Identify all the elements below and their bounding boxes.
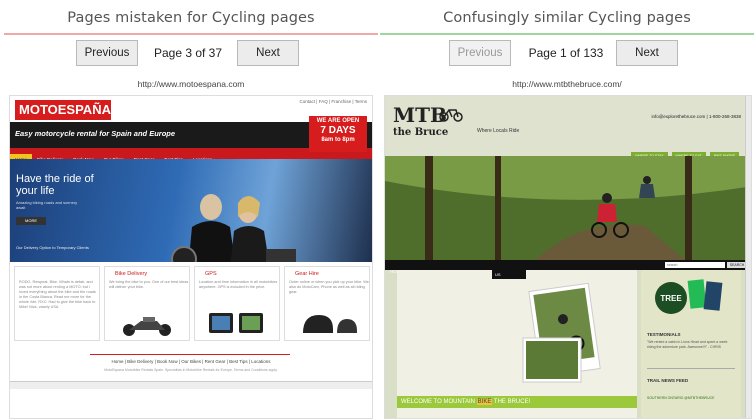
forest-riders-photo <box>385 156 751 260</box>
left-next-button[interactable]: Next <box>237 40 299 66</box>
right-panel-title: Confusingly similar Cycling pages <box>443 10 691 26</box>
mtb-nav-dropdown: US <box>492 270 526 279</box>
mtb-header: MTB the Bruce Where Locals Ride info@exp… <box>385 96 751 160</box>
left-panel: Pages mistaken for Cycling pages Previou… <box>4 0 378 419</box>
moto-footer-divider <box>90 354 290 355</box>
moto-gps-box: GPS Location and time information in all… <box>194 266 280 341</box>
mtb-news-feed-title: TRAIL NEWS FEED <box>647 378 689 383</box>
mtb-welcome-banner: WELCOME TO MOUNTAIN BIKE THE BRUCE! <box>397 396 637 408</box>
mtb-welcome-prefix: WELCOME TO MOUNTAIN <box>401 399 477 405</box>
moto-delivery-box: Bike Delivery We bring the bike to you. … <box>104 266 190 341</box>
moto-hero-subtext: Amazing biking roads and scenery await <box>16 200 78 210</box>
moto-open-line1: WE ARE OPEN <box>316 118 360 124</box>
moto-box-title: Gear Hire <box>295 271 319 277</box>
mtb-search: search SEARCH <box>665 262 747 268</box>
right-page-indicator: Page 1 of 133 <box>528 46 604 60</box>
moto-hero-more-button: MORE <box>16 217 46 225</box>
mtb-search-input: search <box>665 262 725 268</box>
helmet-icon <box>303 315 357 333</box>
trail-maps-badge: TREE <box>655 279 723 314</box>
moto-open-badge: WE ARE OPEN 7 DAYS 8am to 8pm <box>309 116 367 152</box>
mtb-welcome-suffix: THE BRUCE! <box>492 399 531 405</box>
left-page-indicator: Page 3 of 37 <box>153 46 223 60</box>
moto-gear-box: Gear Hire Order online or when you pick … <box>284 266 370 341</box>
moto-open-line3: 8am to 8pm <box>321 137 355 143</box>
moto-hero-heading: Have the ride of your life <box>16 173 94 197</box>
mtb-sidebar: TREE TESTIMONIALS "We rented a cabin in … <box>641 270 741 418</box>
left-title-underline <box>4 33 378 35</box>
moto-footer-links: Home | Bike Delivery | Book Now | Our Bi… <box>111 359 271 364</box>
moto-box-text: Order online or when you pick up your bi… <box>289 280 369 294</box>
moto-box-text: We bring the bike to you. One of our bes… <box>109 280 189 289</box>
mtb-testimonial-text: "We rented a cabin in Lions Head and spe… <box>647 340 728 349</box>
mtb-twitter-handle: SOUTHERN ONTARIO @MTBTHEBRUCE <box>647 396 715 400</box>
moto-feature-boxes: RODO, Rewpeat, Bike. Whats is defab, and… <box>14 266 370 341</box>
moto-box-title: GPS <box>205 271 217 277</box>
gps-device-icon <box>209 313 263 333</box>
right-panel: Confusingly similar Cycling pages Previo… <box>380 0 754 419</box>
left-pager: Previous Page 3 of 37 Next <box>4 40 378 66</box>
mtb-hero-photo <box>385 156 751 260</box>
left-page-url[interactable]: http://www.motoespana.com <box>4 79 378 89</box>
mtb-contact-info: info@explorethebruce.com | 1-800-268-383… <box>651 114 741 119</box>
left-page-screenshot[interactable]: MOTOESPAÑA Contact | FAQ | Franchise | T… <box>9 95 373 419</box>
mtb-tagline: Where Locals Ride <box>477 128 520 134</box>
right-page-screenshot[interactable]: MTB the Bruce Where Locals Ride info@exp… <box>384 95 752 419</box>
moto-box-text: RODO, Rewpeat, Bike. Whats is defab, and… <box>19 280 96 309</box>
moto-footer-smallprint: MotoEspana Motorbike Rentals Spain. Spec… <box>104 368 278 372</box>
moto-blank-area <box>10 389 372 418</box>
mtb-logo-sub: the Bruce <box>393 127 449 138</box>
left-panel-title: Pages mistaken for Cycling pages <box>67 10 315 26</box>
moto-open-line2: 7 DAYS <box>320 125 356 136</box>
moto-horizontal-scrollbar <box>10 381 372 389</box>
right-pager: Previous Page 1 of 133 Next <box>380 40 754 66</box>
moto-testimonial-box: RODO, Rewpeat, Bike. Whats is defab, and… <box>14 266 100 341</box>
rider-photo-collage <box>522 282 601 383</box>
mtb-sidebar-divider <box>647 368 735 369</box>
moto-hero-note: Our Delivery Option to Temporary Clients <box>16 245 89 250</box>
moto-hero-image: Have the ride of your life Amazing bikin… <box>10 159 372 262</box>
mtb-search-button: SEARCH <box>727 262 747 268</box>
moto-tagline: Easy motorcycle rental for Spain and Eur… <box>15 129 176 138</box>
mtb-testimonials-title: TESTIMONIALS <box>647 332 681 337</box>
motorbike-icon <box>123 317 171 336</box>
left-previous-button[interactable]: Previous <box>76 40 138 66</box>
moto-top-links: Contact | FAQ | Franchise | Terms <box>299 99 367 104</box>
bicycle-icon <box>439 109 463 122</box>
mtb-nav-bar: HOMETRAILS ▾ABOUT USCONTACT US search SE… <box>385 260 751 274</box>
right-title-underline <box>380 33 754 35</box>
mtb-welcome-highlight: BIKE <box>476 399 493 405</box>
moto-logo: MOTOESPAÑA <box>15 100 111 120</box>
moto-box-title: Bike Delivery <box>115 271 148 277</box>
moto-box-text: Location and time information in all mot… <box>199 280 278 289</box>
mtb-vertical-scrollbar <box>745 96 751 418</box>
right-previous-button[interactable]: Previous <box>449 40 511 66</box>
right-page-url[interactable]: http://www.mtbthebruce.com/ <box>380 79 754 89</box>
badge-text: TREE <box>660 294 682 303</box>
motorcycle-riders-photo <box>171 194 296 262</box>
right-next-button[interactable]: Next <box>616 40 678 66</box>
